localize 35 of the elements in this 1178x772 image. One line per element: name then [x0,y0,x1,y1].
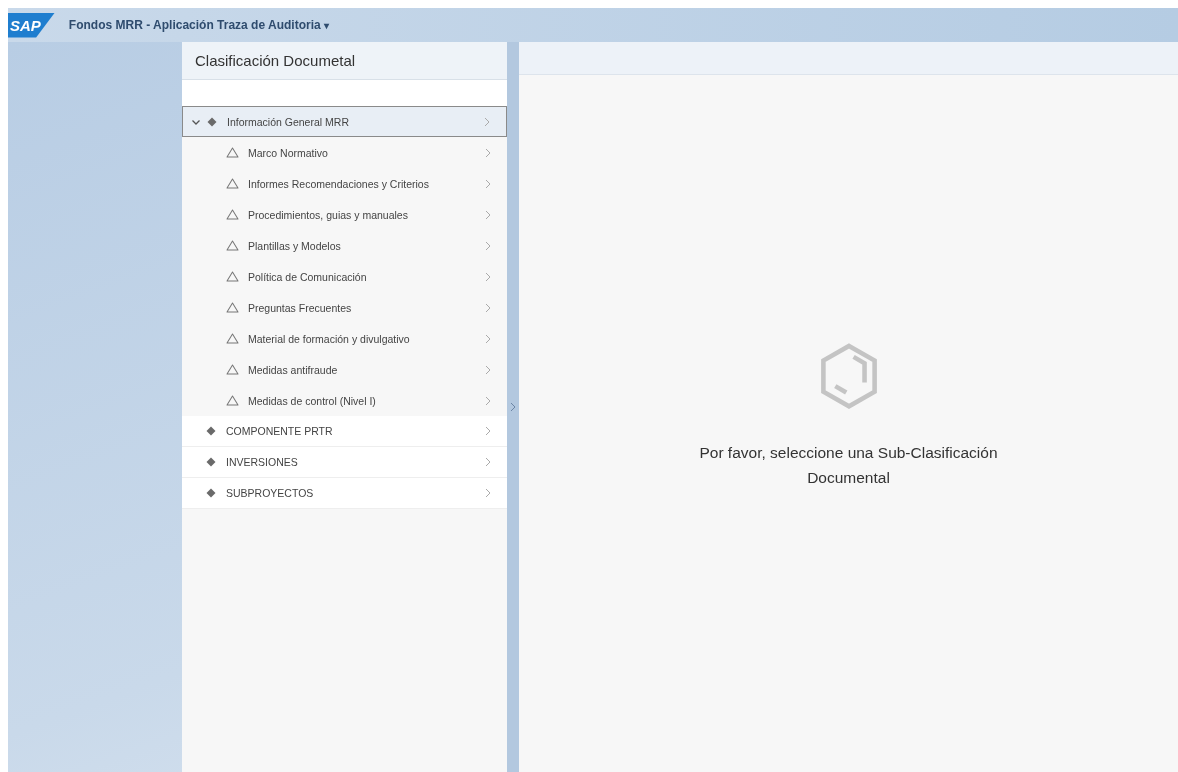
triangle-icon [226,147,239,158]
triangle-icon [226,240,239,251]
chevron-right-icon[interactable] [510,402,516,412]
app-title-menu[interactable]: Fondos MRR - Aplicación Traza de Auditoria ▾ [68,18,329,32]
chevron-right-icon [485,395,491,406]
triangle-icon [226,364,239,375]
triangle-icon [226,395,239,406]
diamond-icon [206,457,216,467]
chevron-right-icon [485,457,491,467]
chevron-right-icon [485,178,491,189]
diamond-icon [207,116,217,127]
tree-item[interactable]: INVERSIONES [182,447,507,478]
chevron-right-icon [485,147,491,158]
chevron-right-icon [485,302,491,313]
chevron-right-icon [485,364,491,375]
diamond-icon [206,426,216,436]
diamond-icon [206,488,216,498]
chevron-right-icon [485,488,491,498]
tree-item[interactable]: COMPONENTE PRTR [182,416,507,447]
triangle-icon [226,271,239,282]
chevron-right-icon [484,116,490,127]
triangle-icon [226,333,239,344]
chevron-right-icon [485,333,491,344]
chevron-right-icon [485,271,491,282]
tree-item[interactable]: Información General MRR [182,106,507,137]
triangle-icon [226,178,239,189]
empty-message: Por favor, seleccione una Sub-Clasificación Documental [698,443,999,488]
sap-logo[interactable]: SAP [8,12,55,38]
triangle-icon [226,209,239,220]
chevron-right-icon [485,240,491,251]
panel-title: Clasificación Documetal [195,52,356,69]
triangle-icon [226,302,239,313]
chevron-right-icon [485,209,491,220]
tree-item[interactable]: SUBPROYECTOS [182,478,507,509]
chevron-right-icon [485,426,491,436]
